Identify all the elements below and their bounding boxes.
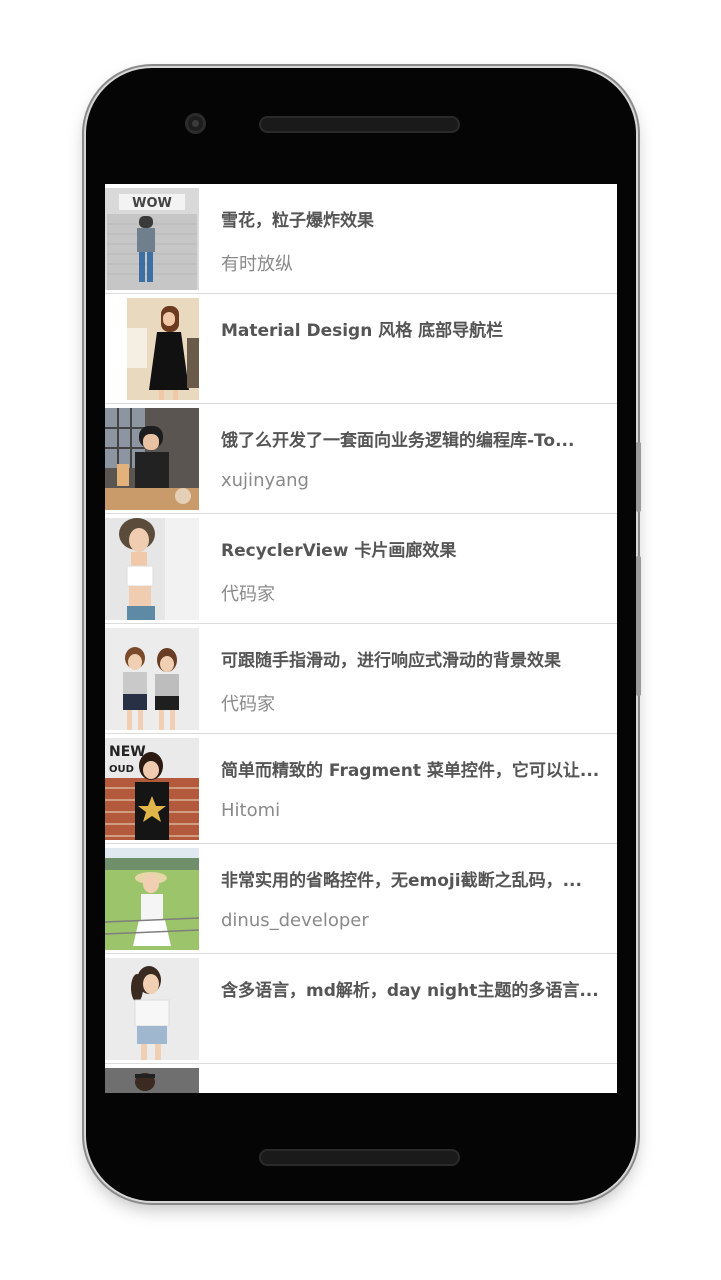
list-item[interactable]: RecyclerView 卡片画廊效果 代码家 (105, 514, 617, 624)
list-item-partial[interactable] (105, 1064, 617, 1093)
item-title: 雪花，粒子爆炸效果 (221, 211, 374, 231)
svg-text:NEW: NEW (109, 744, 146, 760)
girl-black-dress-photo (105, 298, 199, 400)
girl-brick-wall-photo: NEW OUD (105, 738, 199, 840)
svg-text:OUD: OUD (109, 764, 134, 775)
girl-white-top-photo (105, 518, 199, 620)
item-title: 非常实用的省略控件，无emoji截断之乱码，... (221, 871, 582, 891)
top-speaker-grille (259, 116, 460, 133)
girl-ponytail-photo (105, 958, 199, 1060)
front-camera-icon (185, 113, 206, 134)
item-author: 代码家 (221, 694, 275, 715)
item-author: dinus_developer (221, 910, 369, 931)
item-title: 含多语言，md解析，day night主题的多语言... (221, 981, 599, 1001)
device-stage: WOW 雪花，粒子爆炸效果 有时放纵 Material Design 风格 底部… (0, 0, 721, 1280)
girl-cafe-photo (105, 408, 199, 510)
list-item[interactable]: 可跟随手指滑动，进行响应式滑动的背景效果 代码家 (105, 624, 617, 734)
list-item[interactable]: Material Design 风格 底部导航栏 (105, 294, 617, 404)
item-title: 可跟随手指滑动，进行响应式滑动的背景效果 (221, 651, 561, 671)
two-girls-photo (105, 628, 199, 730)
bottom-speaker-grille (259, 1149, 460, 1166)
article-list[interactable]: WOW 雪花，粒子爆炸效果 有时放纵 Material Design 风格 底部… (105, 184, 617, 1093)
item-title: Material Design 风格 底部导航栏 (221, 321, 504, 341)
item-author: xujinyang (221, 470, 309, 491)
item-author: Hitomi (221, 800, 281, 821)
app-screen: WOW 雪花，粒子爆炸效果 有时放纵 Material Design 风格 底部… (105, 184, 617, 1093)
volume-button (636, 442, 641, 512)
power-button (636, 556, 641, 696)
item-title: 简单而精致的 Fragment 菜单控件，它可以让... (221, 761, 600, 781)
item-title: RecyclerView 卡片画廊效果 (221, 541, 457, 561)
item-author: 有时放纵 (221, 254, 293, 275)
list-item[interactable]: 含多语言，md解析，day night主题的多语言... (105, 954, 617, 1064)
svg-text:WOW: WOW (132, 196, 172, 211)
list-item[interactable]: WOW 雪花，粒子爆炸效果 有时放纵 (105, 184, 617, 294)
item-author: 代码家 (221, 584, 275, 605)
girl-field-photo (105, 848, 199, 950)
item-title: 饿了么开发了一套面向业务逻辑的编程库-To... (221, 431, 575, 451)
partial-photo (105, 1068, 199, 1093)
list-item[interactable]: NEW OUD 简单而精致的 Fragment 菜单控件，它可以让... Hit… (105, 734, 617, 844)
storefront-girl-photo: WOW (105, 188, 199, 290)
list-item[interactable]: 饿了么开发了一套面向业务逻辑的编程库-To... xujinyang (105, 404, 617, 514)
list-item[interactable]: 非常实用的省略控件，无emoji截断之乱码，... dinus_develope… (105, 844, 617, 954)
